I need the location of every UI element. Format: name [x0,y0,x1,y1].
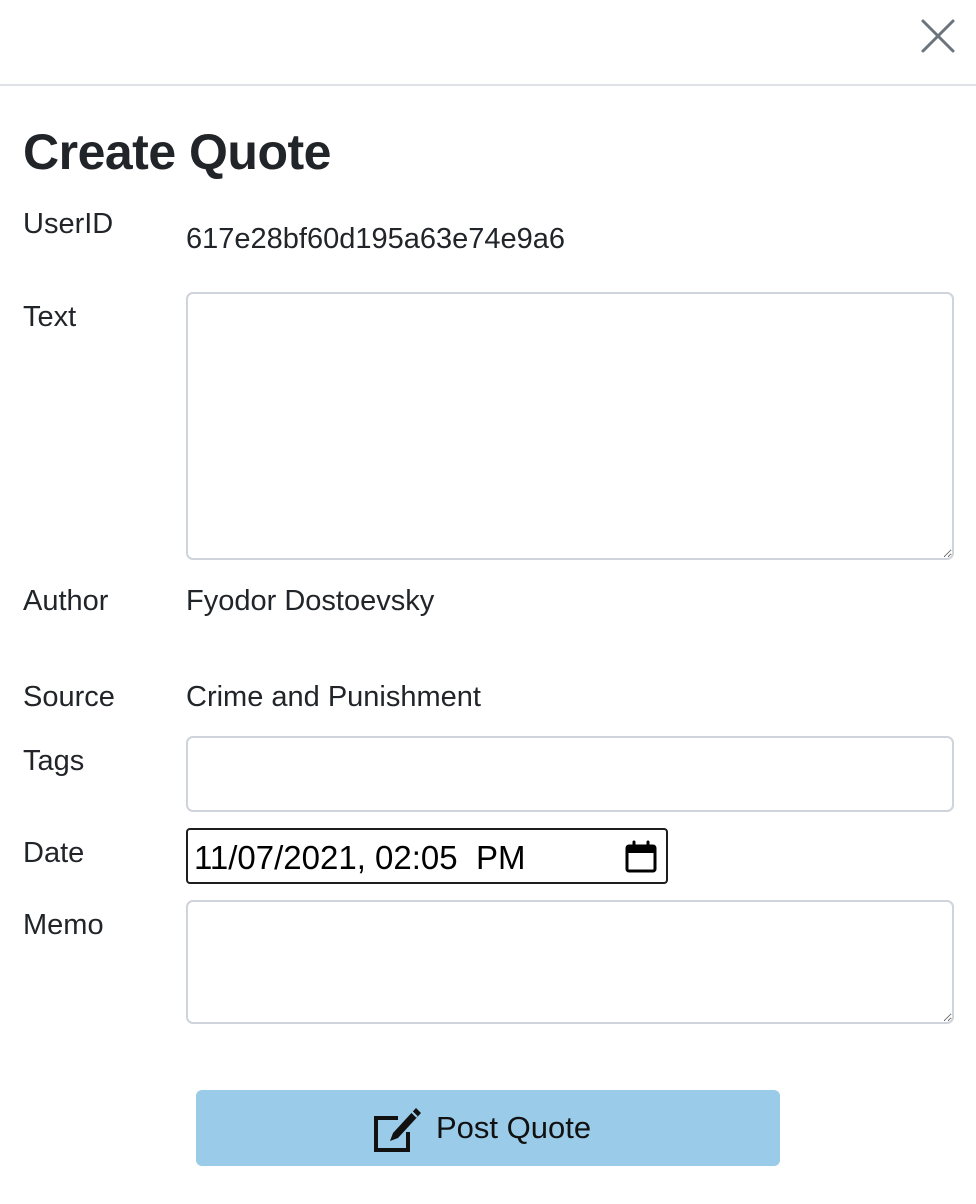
userid-value: 617e28bf60d195a63e74e9a6 [186,223,566,255]
date-input[interactable]: 11/07/2021, 02:05 PM [186,828,668,884]
date-value[interactable]: 11/07/2021, 02:05 PM [194,839,525,877]
date-label: Date [23,837,85,869]
post-quote-button[interactable]: Post Quote [196,1090,780,1166]
post-quote-label: Post Quote [436,1110,592,1145]
author-value: Fyodor Dostoevsky [186,585,435,617]
author-label: Author [23,585,109,617]
page-title: Create Quote [23,124,331,180]
close-icon[interactable] [914,12,962,60]
source-value: Crime and Punishment [186,681,481,713]
text-textarea[interactable] [186,292,954,560]
modal-header [0,0,976,86]
tags-label: Tags [23,745,85,777]
memo-label: Memo [23,909,104,941]
edit-pen-icon [374,1108,421,1152]
calendar-icon[interactable] [624,840,658,874]
tags-input[interactable] [186,736,954,812]
close-button[interactable] [914,12,962,60]
text-label: Text [23,301,77,333]
source-label: Source [23,681,115,713]
memo-textarea[interactable] [186,900,954,1024]
userid-label: UserID [23,208,114,240]
